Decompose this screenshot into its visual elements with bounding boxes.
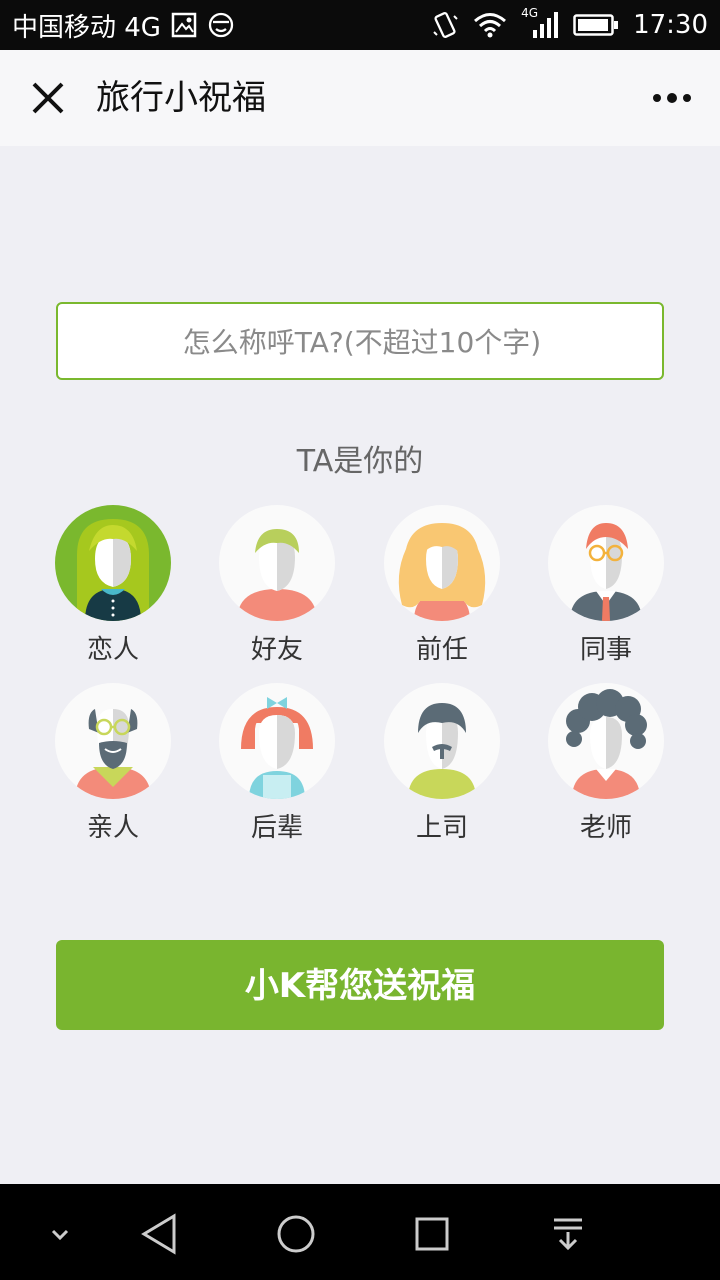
junior-avatar-icon <box>219 683 335 799</box>
status-bar: 中国移动 4G 4G 17:30 <box>0 0 720 50</box>
relation-label: 老师 <box>579 813 632 843</box>
home-icon[interactable] <box>272 1210 320 1258</box>
relation-item-lover[interactable]: 恋人 <box>43 505 183 666</box>
send-wishes-button[interactable]: 小K帮您送祝福 <box>56 940 664 1030</box>
boss-avatar-icon <box>384 683 500 799</box>
notification-pulldown-icon[interactable] <box>544 1210 592 1258</box>
more-menu-icon[interactable] <box>652 86 692 110</box>
relation-prompt: TA是你的 <box>296 444 424 479</box>
relation-item-teacher[interactable]: 老师 <box>536 683 676 844</box>
face-mask-icon <box>207 11 235 39</box>
relation-label: 恋人 <box>86 635 139 665</box>
carrier-label: 中国移动 4G <box>12 12 161 43</box>
title-bar: 旅行小祝福 <box>0 50 720 146</box>
signal-icon: 4G <box>521 6 559 40</box>
relation-item-junior[interactable]: 后辈 <box>207 683 347 844</box>
chevron-down-icon[interactable] <box>36 1210 84 1258</box>
relation-label: 前任 <box>415 635 468 665</box>
ex-avatar-icon <box>384 505 500 621</box>
lover-avatar-icon <box>55 505 171 621</box>
relation-item-colleague[interactable]: 同事 <box>536 505 676 666</box>
relation-label: 好友 <box>250 635 303 665</box>
relation-item-boss[interactable]: 上司 <box>372 683 512 844</box>
clock: 17:30 <box>633 10 708 40</box>
gallery-icon <box>171 12 197 38</box>
colleague-avatar-icon <box>548 505 664 621</box>
page-title: 旅行小祝福 <box>96 78 266 118</box>
wifi-icon <box>473 12 507 38</box>
close-icon[interactable] <box>28 78 68 118</box>
system-nav-bar <box>0 1184 720 1280</box>
friend-avatar-icon <box>219 505 335 621</box>
name-input-box <box>56 302 666 380</box>
name-input[interactable] <box>58 304 666 380</box>
relation-label: 同事 <box>579 635 632 665</box>
relation-label: 亲人 <box>86 813 139 843</box>
teacher-avatar-icon <box>548 683 664 799</box>
relation-item-family[interactable]: 亲人 <box>43 683 183 844</box>
relation-item-friend[interactable]: 好友 <box>207 505 347 666</box>
relation-label: 后辈 <box>250 813 303 843</box>
relation-item-ex[interactable]: 前任 <box>372 505 512 666</box>
back-icon[interactable] <box>136 1210 184 1258</box>
relation-label: 上司 <box>415 813 468 843</box>
recent-apps-icon[interactable] <box>408 1210 456 1258</box>
battery-icon <box>573 13 619 37</box>
family-avatar-icon <box>55 683 171 799</box>
vibrate-icon <box>431 10 459 40</box>
